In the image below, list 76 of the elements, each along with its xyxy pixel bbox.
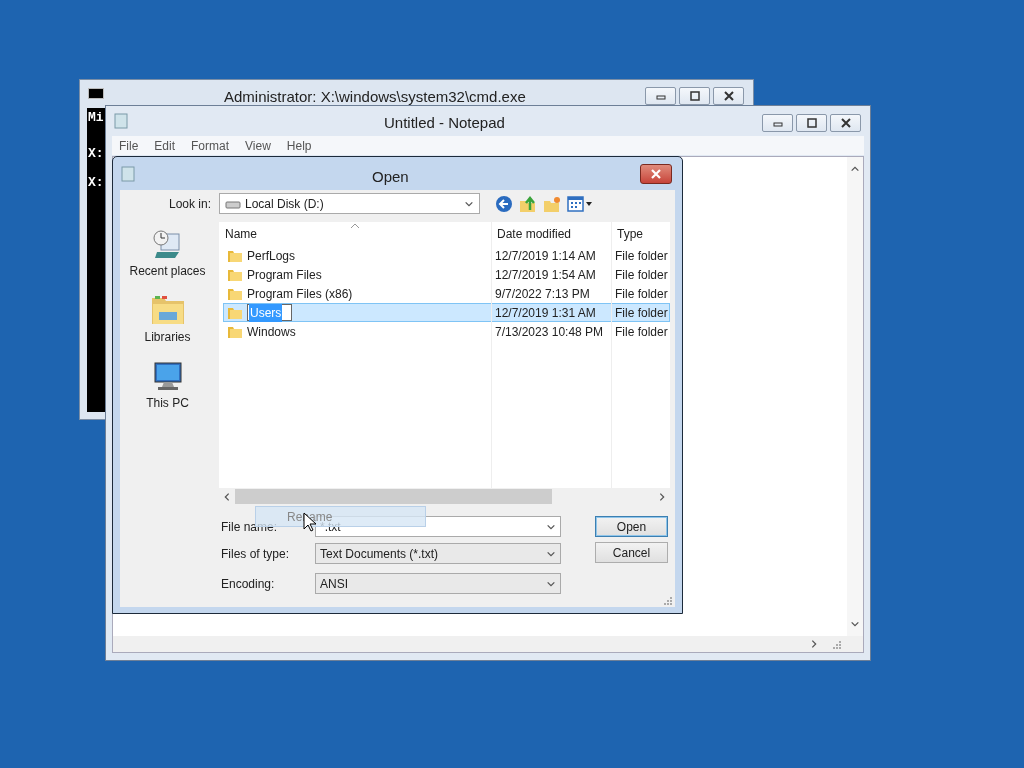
place-item[interactable]: Recent places [129,262,206,280]
type-cell-text: File folder [614,266,669,284]
file-row[interactable]: Users 12/7/2019 1:31 AM File folder [223,303,670,322]
minimize-button[interactable] [762,114,793,132]
console-text: X: [88,147,104,161]
computer-icon [151,360,184,392]
maximize-icon [687,90,702,102]
date-cell-text: 12/7/2019 1:31 AM [494,304,597,322]
field-label: Files of type: [221,546,290,561]
console-text: X: [88,176,104,190]
menu-item[interactable]: Format [191,136,230,155]
date-cell-text: 12/7/2019 1:54 AM [494,266,597,284]
column-header[interactable]: Name [219,225,491,243]
place-item[interactable]: Libraries [144,328,191,346]
dropdown-field[interactable]: Text Documents (*.txt) [315,543,561,564]
window-title: Untitled - Notepad [384,114,505,132]
maximize-icon [804,117,819,129]
drive-icon [225,198,241,209]
dropdown-field[interactable]: ANSI [315,573,561,594]
console-text: Mi [88,111,104,125]
back-icon[interactable] [495,194,513,213]
close-icon [838,117,853,129]
column-header[interactable]: Type [611,225,670,243]
maximize-button[interactable] [679,87,710,105]
maximize-button[interactable] [796,114,827,132]
type-cell-text: File folder [614,285,669,303]
close-icon [721,90,736,102]
minimize-button[interactable] [645,87,676,105]
column-header[interactable]: Date modified [491,225,611,243]
type-cell-text: File folder [614,247,669,265]
field-label: Encoding: [221,576,275,591]
folder-library-icon [150,294,185,326]
file-row[interactable]: Program Files (x86) 9/7/2022 7:13 PM File folder [223,284,670,303]
scroll-thumb[interactable] [235,489,552,504]
place-item[interactable]: This PC [146,394,189,412]
menu-item[interactable]: Help [286,136,312,155]
close-button[interactable] [713,87,744,105]
look-in-dropdown[interactable]: Local Disk (D:) [219,193,480,214]
scroll-down-icon [850,619,860,629]
type-cell-text: File folder [614,323,669,341]
up-folder-icon[interactable] [519,194,537,213]
file-name: PerfLogs [247,247,296,265]
file-row[interactable]: PerfLogs 12/7/2019 1:14 AM File folder [223,246,670,265]
notepad-icon [121,165,135,182]
resize-grip-icon[interactable] [831,639,841,649]
close-button[interactable] [640,163,672,184]
menu-item[interactable]: File [119,136,139,155]
dialog-button[interactable]: Cancel [595,542,668,563]
file-name: Windows [247,323,296,341]
scroll-right-icon [657,491,667,502]
date-cell-text: 7/13/2023 10:48 PM [494,323,605,341]
scroll-up-icon [850,164,860,174]
file-row[interactable]: Program Files 12/7/2019 1:54 AM File folder [223,265,670,284]
notepad-icon [114,113,128,129]
type-cell-text: File folder [614,304,669,322]
file-name: Program Files (x86) [247,285,353,303]
scroll-left-icon [222,491,232,502]
vertical-scrollbar[interactable] [847,157,863,636]
window-title: Administrator: X:\windows\system32\cmd.exe [224,88,526,106]
menu-item[interactable]: View [245,136,271,155]
dialog-title: Open [372,167,409,187]
file-row[interactable]: Windows 7/13/2023 10:48 PM File folder [223,322,670,341]
scroll-right-icon [809,639,819,649]
view-menu-icon[interactable] [567,195,593,212]
file-name: Program Files [247,266,322,284]
field-label: Look in: [167,195,211,213]
menu-item[interactable]: Edit [154,136,176,155]
resize-grip-icon[interactable] [662,595,672,605]
new-folder-icon[interactable] [543,194,561,213]
dialog-button[interactable]: Open [595,516,668,537]
close-button[interactable] [830,114,861,132]
console-icon [88,87,104,99]
horizontal-scrollbar[interactable] [113,636,863,652]
date-cell-text: 9/7/2022 7:13 PM [494,285,591,303]
close-icon [650,168,662,179]
date-cell-text: 12/7/2019 1:14 AM [494,247,597,265]
